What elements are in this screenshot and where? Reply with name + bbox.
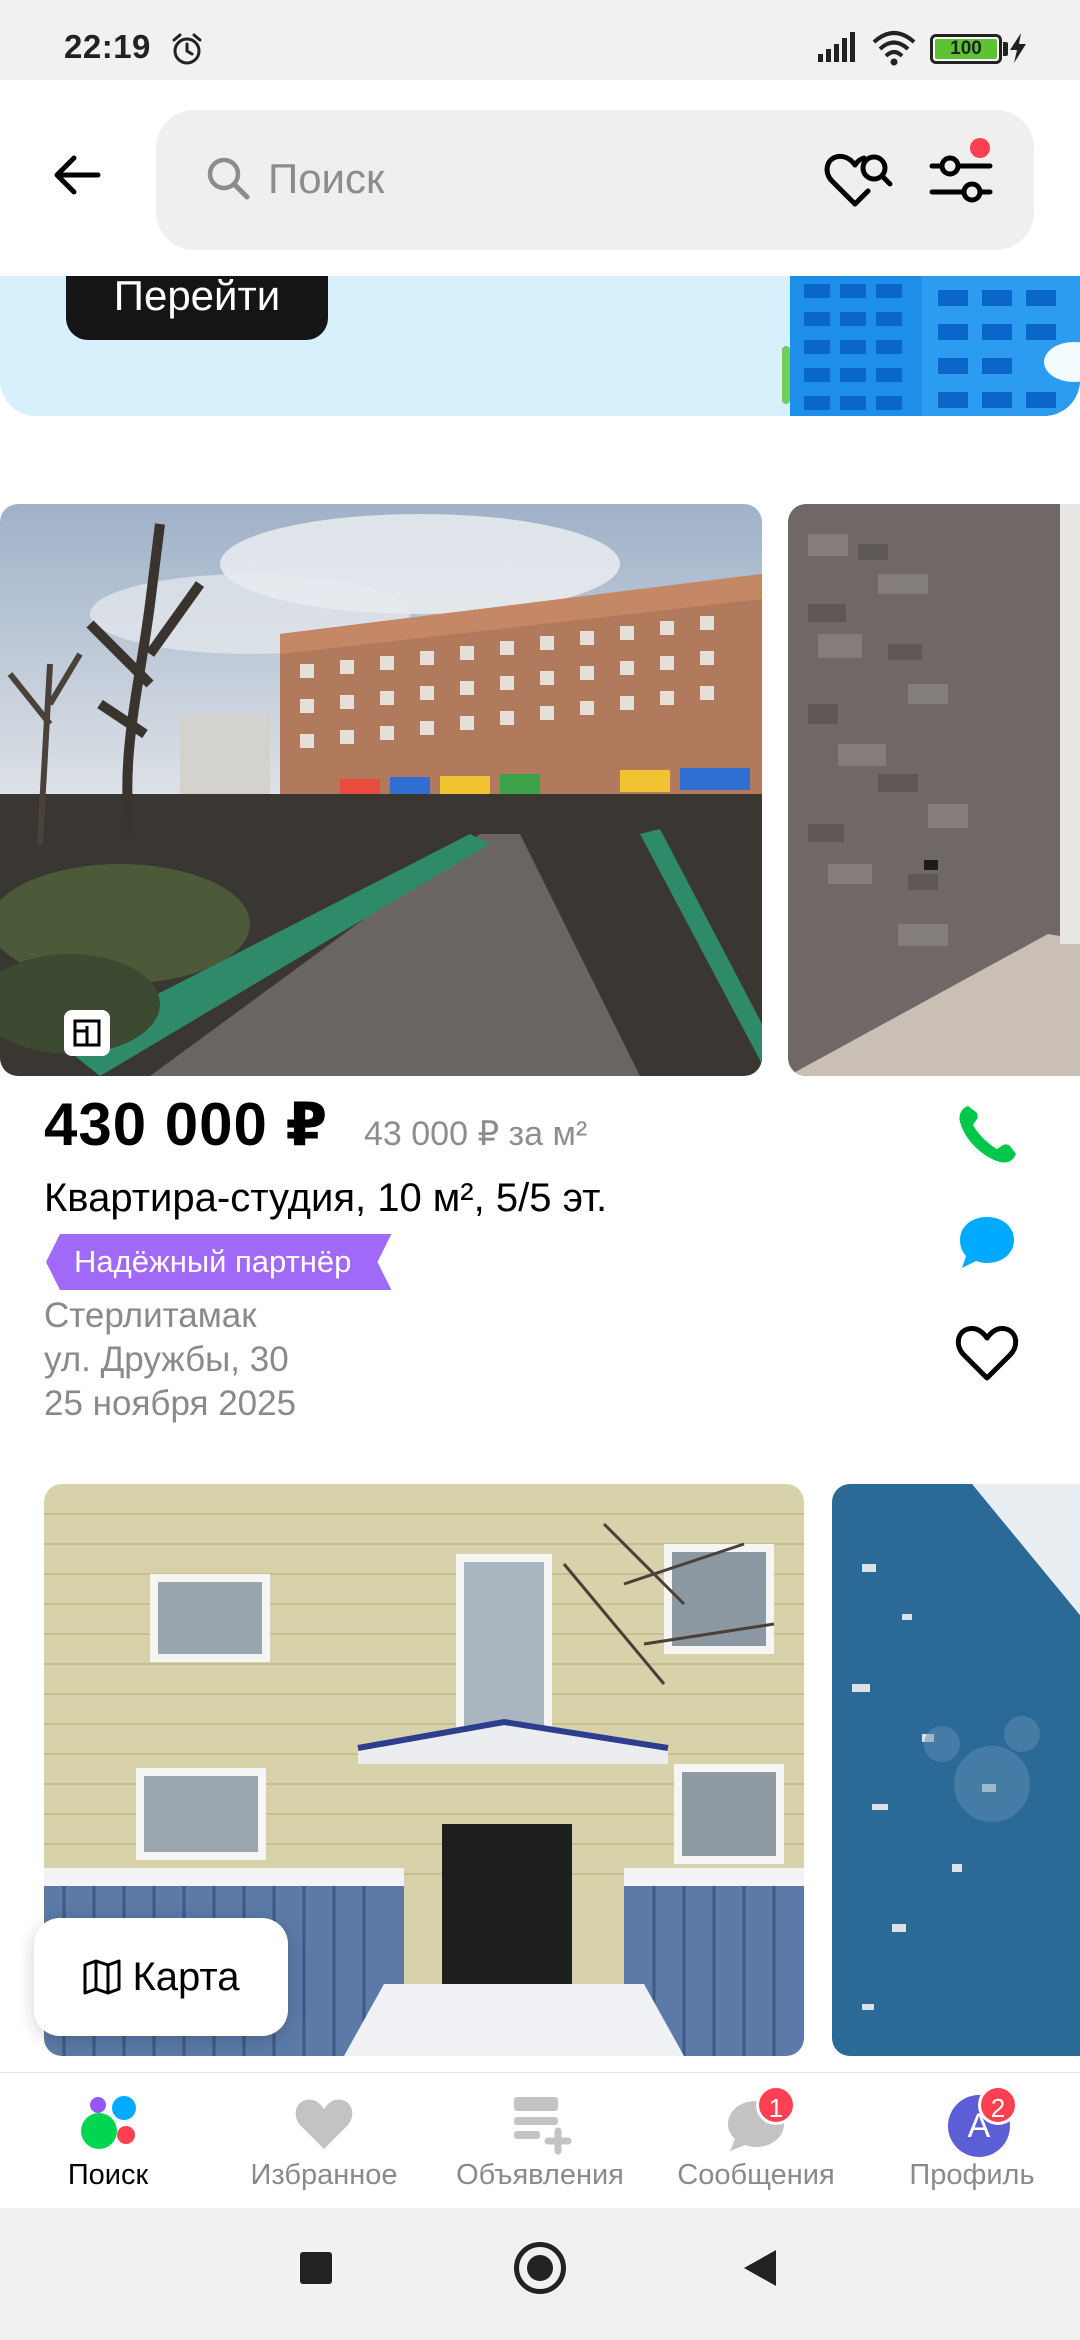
nav-item-favorites[interactable]: Избранное: [216, 2073, 432, 2209]
promo-banner[interactable]: Перейти: [0, 276, 1080, 416]
system-back-button[interactable]: [744, 2250, 776, 2286]
filter-active-dot: [970, 138, 990, 158]
listing-city: Стерлитамак: [44, 1296, 257, 1335]
system-navigation-bar: [0, 2208, 1080, 2340]
search-icon: [207, 157, 250, 200]
nav-item-listings[interactable]: Объявления: [432, 2073, 648, 2209]
add-listing-icon: [514, 2097, 572, 2155]
alarm-icon: [172, 33, 202, 65]
floor-plan-icon: [73, 1019, 101, 1047]
chat-icon[interactable]: [952, 1208, 1022, 1278]
recents-button[interactable]: [300, 2252, 332, 2284]
screen: 22:19 100 Поиск Перейти 430 000 ₽ 43 000…: [0, 0, 1080, 2340]
nav-item-profile[interactable]: A 2 Профиль: [864, 2073, 1080, 2209]
profile-badge: 2: [978, 2085, 1018, 2125]
listing-date: 25 ноября 2025: [44, 1384, 297, 1423]
bottom-navigation: Поиск Избранное Объявления 1 Сообщения A…: [0, 2072, 1080, 2208]
floor-plan-badge: [64, 1010, 110, 1056]
home-button[interactable]: [514, 2242, 566, 2294]
building-illustration: [782, 276, 1080, 416]
nav-item-messages[interactable]: 1 Сообщения: [648, 2073, 864, 2209]
map-button-label: Карта: [132, 1954, 240, 1999]
messages-badge: 1: [756, 2085, 796, 2125]
listing-gallery[interactable]: [0, 504, 1080, 1076]
charging-icon: [1010, 33, 1026, 63]
listing-photo[interactable]: [0, 504, 762, 1076]
listing-title[interactable]: Квартира-студия, 10 м², 5/5 эт.: [44, 1176, 607, 1221]
battery-icon: 100: [930, 34, 1002, 64]
signal-icon: [818, 32, 855, 62]
saved-search-icon[interactable]: [824, 148, 894, 212]
trusted-partner-badge: Надёжный партнёр: [46, 1234, 391, 1290]
listing-photo-2[interactable]: [788, 504, 1080, 1076]
map-button[interactable]: Карта: [34, 1918, 288, 2036]
listing-address: ул. Дружбы, 30: [44, 1340, 289, 1379]
status-time: 22:19: [64, 28, 151, 65]
search-input[interactable]: Поиск: [156, 110, 1034, 250]
nav-label-listings: Объявления: [456, 2159, 624, 2191]
listing-photo-2[interactable]: [832, 1484, 1080, 2056]
wifi-icon: [872, 31, 916, 66]
arrow-left-icon: [54, 155, 101, 195]
phone-icon[interactable]: [952, 1100, 1022, 1170]
app-header: Поиск: [0, 80, 1080, 276]
battery-level: 100: [950, 38, 982, 59]
back-button[interactable]: [40, 138, 114, 212]
nav-label-search: Поиск: [67, 2159, 149, 2191]
listing-price: 430 000 ₽: [44, 1091, 329, 1158]
price-per-m2: 43 000 ₽ за м²: [364, 1115, 588, 1153]
nav-label-messages: Сообщения: [677, 2159, 835, 2191]
status-bar: 22:19 100: [0, 0, 1080, 80]
banner-button[interactable]: Перейти: [66, 276, 328, 340]
search-placeholder: Поиск: [268, 155, 385, 202]
filter-icon[interactable]: [928, 148, 994, 212]
nav-label-profile: Профиль: [909, 2159, 1035, 2191]
nav-item-search[interactable]: Поиск: [0, 2073, 216, 2209]
nav-label-favorites: Избранное: [250, 2159, 398, 2191]
search-dots-icon: [81, 2096, 136, 2149]
heart-icon: [295, 2099, 353, 2149]
map-icon: [83, 1959, 121, 1995]
favorite-heart-icon[interactable]: [952, 1318, 1022, 1388]
